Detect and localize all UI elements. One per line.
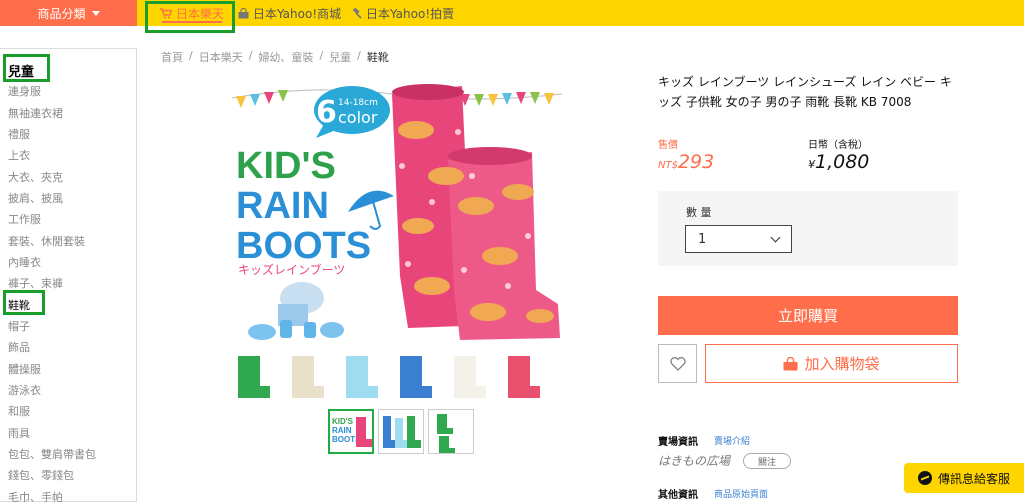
badge-number: 6 xyxy=(316,95,337,130)
badge-range: 14-18cm xyxy=(338,98,378,108)
price: NT$293 xyxy=(658,151,714,173)
breadcrumb: 首頁 / 日本樂天 / 婦幼、童裝 / 兒童 / 鞋靴 xyxy=(161,49,389,65)
category-menu-label: 商品分類 xyxy=(37,6,86,21)
sidebar-item[interactable]: 游泳衣 xyxy=(8,382,41,398)
product-main-image[interactable]: 6 14-18cm color KID'S RAIN BOOTS キッズレインブ… xyxy=(232,76,562,404)
sidebar-item[interactable]: 連身服 xyxy=(8,83,41,99)
shop-info-label: 賣場資訊 xyxy=(658,437,698,448)
sidebar-item[interactable]: 錢包、零錢包 xyxy=(8,467,74,483)
highlight-box-children xyxy=(3,54,50,82)
quantity-panel: 數 量 1 xyxy=(658,191,958,266)
heart-icon xyxy=(669,356,686,371)
yen-currency: ¥ xyxy=(808,158,815,171)
add-to-cart-button[interactable]: 加入購物袋 xyxy=(705,344,958,383)
sidebar-item[interactable]: 體操服 xyxy=(8,361,41,377)
add-to-cart-label: 加入購物袋 xyxy=(804,355,880,373)
breadcrumb-separator: / xyxy=(248,49,253,62)
favorite-button[interactable] xyxy=(658,344,697,383)
shopping-bag-icon xyxy=(783,356,798,370)
shop-name[interactable]: はきもの広場 xyxy=(658,452,730,469)
highlight-box-rakuten xyxy=(145,1,235,33)
other-info-label: 其他資訊 xyxy=(658,490,698,501)
category-menu-button[interactable]: 商品分類 xyxy=(0,0,137,26)
sidebar-item[interactable]: 飾品 xyxy=(8,339,30,355)
headline-kids: KID'S xyxy=(236,145,336,187)
breadcrumb-link[interactable]: 首頁 xyxy=(161,49,183,65)
sidebar-item[interactable]: 褲子、束褲 xyxy=(8,275,63,291)
messenger-icon xyxy=(917,471,932,485)
thumbnail-2[interactable] xyxy=(378,409,424,454)
shop-intro-link[interactable]: 賣場介紹 xyxy=(714,434,750,447)
sidebar-item[interactable]: 內睡衣 xyxy=(8,254,41,270)
thumb-headline-kids: KID'S xyxy=(332,417,354,426)
quantity-value: 1 xyxy=(698,231,707,247)
breadcrumb-current: 鞋靴 xyxy=(366,51,389,64)
category-sidebar: 兒童 連身服 無袖連衣裙 禮服 上衣 大衣、夾克 披肩、披風 工作服 套裝、休閒… xyxy=(0,48,137,502)
breadcrumb-link[interactable]: 日本樂天 xyxy=(199,49,243,65)
sidebar-item[interactable]: 無袖連衣裙 xyxy=(8,105,63,121)
headline-subtitle: キッズレインブーツ xyxy=(238,262,345,277)
sidebar-item[interactable]: 工作服 xyxy=(8,211,41,227)
tab-yahoo-auction[interactable]: 日本Yahoo!拍賣 xyxy=(351,0,454,26)
sidebar-item[interactable]: 披肩、披風 xyxy=(8,190,63,206)
thumbnail-strip: KID'S RAIN BOOTS xyxy=(328,409,474,454)
breadcrumb-separator: / xyxy=(319,49,324,62)
headline-boots: BOOTS xyxy=(236,225,371,267)
price-label: 售價 xyxy=(658,140,678,151)
sidebar-item[interactable]: 上衣 xyxy=(8,147,30,163)
follow-button[interactable]: 關注 xyxy=(743,453,791,469)
caret-down-icon xyxy=(91,10,100,16)
sidebar-item[interactable]: 套裝、休閒套裝 xyxy=(8,233,85,249)
sidebar-item[interactable]: 禮服 xyxy=(8,126,30,142)
tab-yahoo-shopping-label: 日本Yahoo!商城 xyxy=(253,6,342,21)
buy-now-button[interactable]: 立即購買 xyxy=(658,296,958,335)
quantity-select[interactable]: 1 xyxy=(685,225,792,253)
chevron-down-icon xyxy=(770,232,781,243)
headline-rain: RAIN xyxy=(236,185,329,227)
tab-yahoo-shopping[interactable]: 日本Yahoo!商城 xyxy=(238,0,341,26)
buy-now-label: 立即購買 xyxy=(777,307,838,325)
breadcrumb-link[interactable]: 婦幼、童裝 xyxy=(258,49,313,65)
tab-yahoo-auction-label: 日本Yahoo!拍賣 xyxy=(366,6,455,21)
sidebar-item[interactable]: 和服 xyxy=(8,403,30,419)
sidebar-item[interactable]: 帽子 xyxy=(8,318,30,334)
sidebar-item[interactable]: 雨具 xyxy=(8,425,30,441)
breadcrumb-link[interactable]: 兒童 xyxy=(329,49,351,65)
highlight-box-shoes xyxy=(3,290,45,315)
thumb-headline-rain: RAIN xyxy=(332,426,352,435)
price-value: 293 xyxy=(677,151,715,173)
chat-label: 傳訊息給客服 xyxy=(937,471,1010,486)
breadcrumb-separator: / xyxy=(357,49,361,62)
hammer-icon xyxy=(352,7,362,19)
customer-service-chat-button[interactable]: 傳訊息給客服 xyxy=(904,463,1024,493)
price-currency: NT$ xyxy=(658,160,678,171)
thumbnail-3[interactable] xyxy=(428,409,474,454)
badge-word: color xyxy=(338,108,378,127)
quantity-label: 數 量 xyxy=(686,206,712,219)
yen-price: ¥1,080 xyxy=(808,151,869,173)
product-title: キッズ レインブーツ レインシューズ レイン ベビー キッズ 子供靴 女の子 男… xyxy=(658,75,952,109)
yen-value: 1,080 xyxy=(815,151,870,173)
sidebar-item[interactable]: 毛巾、手帕 xyxy=(8,489,63,502)
sidebar-item[interactable]: 大衣、夾克 xyxy=(8,169,63,185)
sidebar-item[interactable]: 包包、雙肩帶書包 xyxy=(8,446,96,462)
original-page-link[interactable]: 商品原始頁面 xyxy=(714,487,768,500)
yen-label: 日幣（含稅） xyxy=(808,140,868,151)
thumbnail-1[interactable]: KID'S RAIN BOOTS xyxy=(328,409,374,454)
breadcrumb-separator: / xyxy=(189,49,193,62)
bag-icon xyxy=(238,7,249,18)
